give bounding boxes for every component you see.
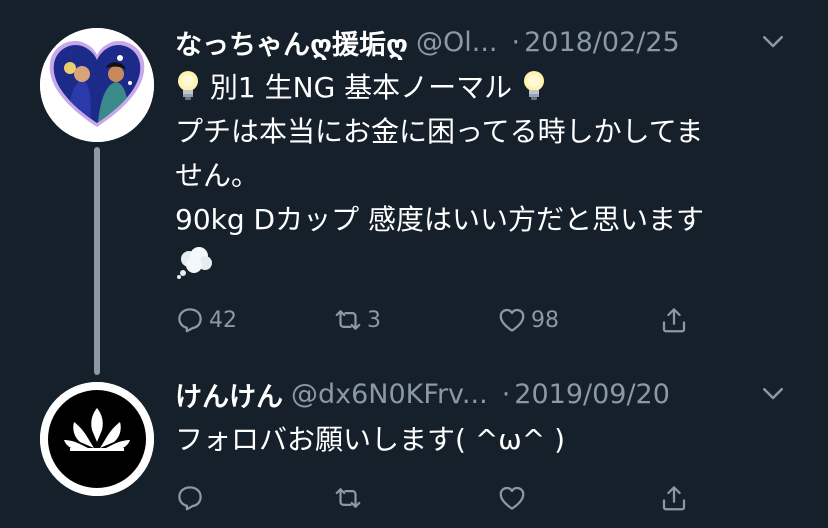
retweet-icon (335, 310, 361, 330)
reply-count: 42 (209, 307, 237, 333)
avatar[interactable] (40, 382, 154, 496)
avatar[interactable] (40, 28, 154, 142)
username[interactable]: @dx6N0KFrv... (291, 379, 488, 410)
like-count: 98 (531, 307, 559, 333)
retweet-button[interactable] (333, 478, 363, 518)
display-name[interactable]: なっちゃんღ援垢ღ (175, 23, 408, 62)
separator-dot: · (511, 26, 521, 58)
retweet-button[interactable]: 3 (333, 300, 381, 340)
retweet-count: 3 (367, 307, 381, 333)
caret-down-icon[interactable] (758, 378, 788, 408)
tweet-header: けんけん @dx6N0KFrv... · 2019/09/20 (175, 374, 788, 414)
text-line-2: プチは本当にお金に困ってる時しかしてま (175, 115, 704, 148)
caret-down-icon[interactable] (758, 26, 788, 56)
text-line-4: 90kg Dカップ 感度はいい方だと思います (175, 203, 704, 236)
tweet[interactable]: なっちゃんღ援垢ღ @Ol... · 2018/02/25 別1 生NG 基本ノ… (0, 0, 828, 375)
like-icon (499, 486, 525, 510)
text-line: 別1 生NG 基本ノーマル (175, 66, 780, 110)
share-button[interactable] (659, 478, 689, 518)
tweet-date[interactable]: 2018/02/25 (524, 27, 680, 58)
reply-button[interactable] (175, 478, 205, 518)
text-line-3: せん。 (175, 159, 260, 192)
thread-connector (94, 147, 100, 375)
like-button[interactable] (497, 478, 527, 518)
tweet-actions: 42 3 98 (175, 300, 715, 340)
share-icon (662, 308, 686, 333)
reply-icon (178, 308, 202, 333)
text-line-5 (175, 242, 780, 286)
lightbulb-icon (178, 71, 198, 100)
tweet-header: なっちゃんღ援垢ღ @Ol... · 2018/02/25 (175, 22, 788, 62)
like-button[interactable]: 98 (497, 300, 559, 340)
tweet-text: フォロバお願いします( ^ω^ ) (175, 418, 780, 462)
retweet-icon (335, 488, 361, 508)
thought-bubble-icon (177, 247, 212, 279)
tweet-text: 別1 生NG 基本ノーマル プチは本当にお金に困ってる時しかしてま せん。 90… (175, 66, 780, 286)
reply-icon (178, 486, 202, 511)
lightbulb-icon (524, 71, 545, 100)
text-line-1: 別1 生NG 基本ノーマル (209, 71, 513, 104)
text-line-1: フォロバお願いします( ^ω^ ) (175, 423, 566, 456)
username[interactable]: @Ol... (416, 27, 498, 58)
separator-dot: · (501, 378, 511, 410)
display-name[interactable]: けんけん (175, 375, 283, 414)
like-icon (499, 308, 525, 332)
share-icon (662, 486, 686, 511)
reply-button[interactable]: 42 (175, 300, 237, 340)
tweet-actions (175, 478, 715, 518)
share-button[interactable] (659, 300, 689, 340)
tweet-date[interactable]: 2019/09/20 (514, 379, 670, 410)
avatar-heart-image (40, 28, 154, 142)
tweet[interactable]: けんけん @dx6N0KFrv... · 2019/09/20 フォロバお願いし… (0, 370, 828, 528)
adidas-logo (40, 382, 154, 496)
